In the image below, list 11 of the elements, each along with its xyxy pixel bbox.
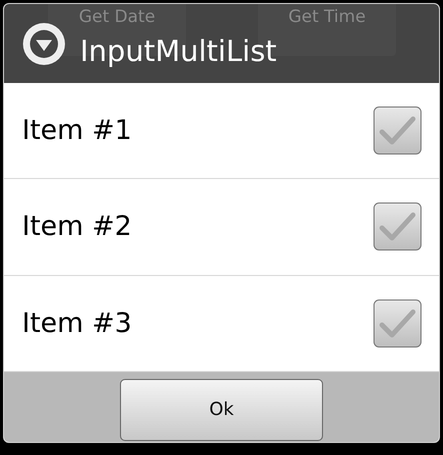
checkbox[interactable] — [373, 106, 422, 156]
item-label: Item #2 — [22, 211, 132, 242]
item-label: Item #1 — [22, 115, 132, 146]
list-item[interactable]: Item #3 — [4, 276, 439, 372]
dialog-title: InputMultiList — [80, 37, 277, 66]
list-item[interactable]: Item #2 — [4, 179, 439, 276]
ok-button[interactable]: Ok — [120, 378, 323, 441]
list-item[interactable]: Item #1 — [4, 83, 439, 180]
checkbox[interactable] — [373, 202, 422, 252]
item-label: Item #3 — [22, 308, 132, 339]
checkbox[interactable] — [373, 298, 422, 348]
